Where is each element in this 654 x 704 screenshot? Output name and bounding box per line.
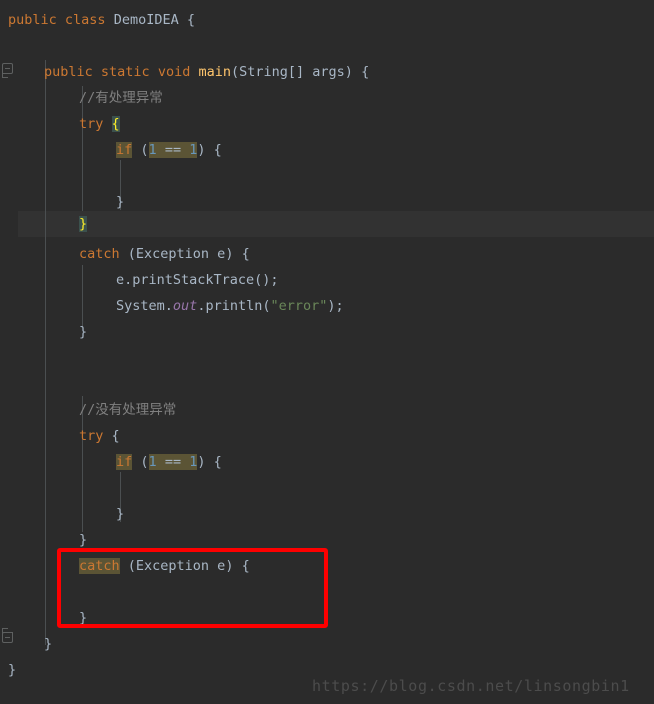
code-line-println-error: System.out.println("error"); (116, 293, 344, 319)
code-line-if-2: if (1 == 1) { (116, 449, 222, 475)
code-line-print-stack-trace: e.printStackTrace(); (116, 272, 279, 288)
code-line-close-if-2: } (116, 506, 125, 522)
close-paren: ) (197, 142, 206, 158)
open-brace: { (111, 428, 120, 444)
open-brace: { (186, 12, 196, 28)
method-parameters: (String[] args) (231, 64, 353, 80)
current-line-highlight (0, 211, 654, 237)
code-line-try-1: try { (79, 111, 120, 137)
code-line-comment-unhandled: //没有处理异常 (79, 402, 177, 418)
dot-separator: . (164, 298, 173, 314)
open-brace: { (241, 558, 250, 574)
open-paren: ( (140, 142, 149, 158)
string-literal-error: "error" (270, 298, 328, 314)
open-paren: ( (140, 454, 149, 470)
catch-parameters: (Exception e) (127, 558, 234, 574)
literal-left: 1 (148, 142, 157, 158)
operator-equals: == (164, 454, 182, 470)
open-brace: { (213, 142, 222, 158)
code-line-close-if-1: } (116, 194, 125, 210)
code-line-close-try-2: } (79, 532, 88, 548)
method-println: println (205, 298, 263, 314)
keyword-try: try (79, 116, 104, 132)
code-line-close-catch-1: } (79, 324, 88, 340)
open-paren: ( (262, 298, 271, 314)
object-system: System (116, 298, 165, 314)
code-line-catch-2: catch (Exception e) { (79, 553, 250, 579)
watermark-text: https://blog.csdn.net/linsongbin1 (312, 677, 630, 695)
indent-guide (82, 265, 83, 327)
close-paren: ) (197, 454, 206, 470)
code-line-try-2: try { (79, 423, 120, 449)
keyword-public: public (8, 12, 57, 28)
code-line-close-try-1: } (79, 211, 88, 237)
field-out: out (172, 298, 198, 314)
code-line-close-catch-2: } (79, 610, 88, 626)
indent-guide (45, 60, 46, 645)
open-brace: { (241, 246, 250, 262)
open-brace: { (361, 64, 370, 80)
matching-open-brace: { (111, 116, 120, 132)
code-line-class-declaration: public class DemoIDEA { (8, 7, 195, 33)
editor-gutter[interactable] (0, 0, 18, 704)
keyword-class: class (64, 12, 106, 28)
keyword-static: static (100, 64, 150, 80)
keyword-void: void (157, 64, 191, 80)
keyword-try: try (79, 428, 104, 444)
keyword-catch: catch (79, 558, 120, 574)
code-editor[interactable]: public class DemoIDEA { public static vo… (0, 0, 654, 704)
semicolon: ; (335, 298, 344, 314)
keyword-if: if (116, 142, 133, 158)
code-line-comment-handled: //有处理异常 (79, 90, 163, 106)
method-name-main: main (198, 64, 232, 80)
code-line-close-main: } (44, 636, 53, 652)
keyword-public: public (44, 64, 93, 80)
literal-left: 1 (148, 454, 157, 470)
code-line-main-method: public static void main(String[] args) { (44, 59, 369, 85)
code-line-close-class: } (8, 662, 17, 678)
code-line-if-1: if (1 == 1) { (116, 137, 222, 163)
operator-equals: == (164, 142, 182, 158)
open-brace: { (213, 454, 222, 470)
close-paren: ) (327, 298, 336, 314)
keyword-catch: catch (79, 246, 120, 262)
catch-parameters: (Exception e) (127, 246, 234, 262)
keyword-if: if (116, 454, 133, 470)
code-fold-end-icon[interactable] (2, 628, 13, 643)
code-line-catch-1: catch (Exception e) { (79, 241, 250, 267)
class-name: DemoIDEA (113, 12, 179, 28)
code-fold-start-icon[interactable] (2, 63, 13, 78)
matching-close-brace: } (79, 216, 88, 232)
